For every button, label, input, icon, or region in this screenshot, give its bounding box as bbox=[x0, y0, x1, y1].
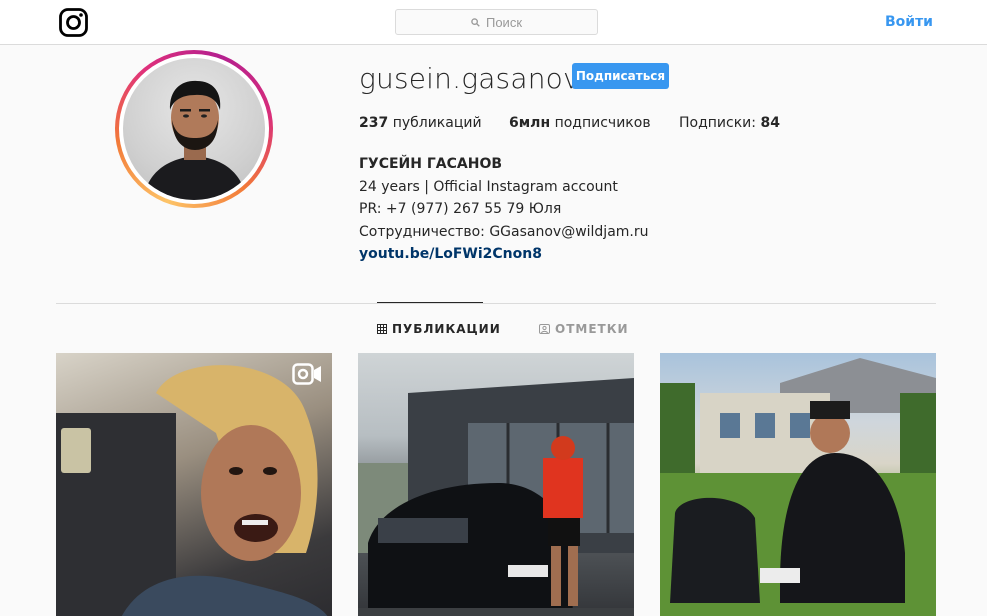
followers-stat[interactable]: 6млн подписчиков bbox=[509, 115, 651, 131]
post-image bbox=[660, 358, 936, 616]
instagram-logo-icon[interactable] bbox=[59, 8, 88, 37]
tab-posts-label: ПУБЛИКАЦИИ bbox=[392, 322, 501, 336]
video-icon bbox=[292, 363, 321, 385]
story-ring[interactable] bbox=[115, 50, 273, 208]
avatar-portrait bbox=[143, 80, 247, 200]
follow-button[interactable]: Подписаться bbox=[572, 63, 669, 89]
profile-username: gusein.gasanov bbox=[359, 62, 580, 95]
full-name: ГУСЕЙН ГАСАНОВ bbox=[359, 156, 503, 172]
tab-posts[interactable]: ПУБЛИКАЦИИ bbox=[377, 322, 501, 336]
followers-label: подписчиков bbox=[554, 115, 651, 131]
post-image bbox=[358, 378, 634, 616]
profile-bio: ГУСЕЙН ГАСАНОВ 24 years | Official Insta… bbox=[359, 153, 649, 266]
tab-tagged[interactable]: ОТМЕТКИ bbox=[539, 322, 629, 336]
post-thumbnail[interactable] bbox=[358, 353, 634, 616]
bio-line: 24 years | Official Instagram account bbox=[359, 178, 618, 195]
avatar bbox=[123, 58, 265, 200]
followers-count: 6млн bbox=[509, 115, 551, 131]
search-input[interactable]: Поиск bbox=[395, 9, 598, 35]
post-thumbnail[interactable] bbox=[56, 353, 332, 616]
bio-link[interactable]: youtu.be/LoFWi2Cnon8 bbox=[359, 243, 649, 266]
following-label: Подписки: bbox=[679, 115, 756, 131]
tab-tagged-label: ОТМЕТКИ bbox=[555, 322, 629, 336]
search-placeholder: Поиск bbox=[485, 14, 523, 30]
posts-count: 237 bbox=[359, 115, 389, 131]
active-tab-indicator bbox=[377, 302, 483, 303]
top-navigation: Поиск Войти bbox=[0, 0, 987, 45]
tagged-icon bbox=[539, 324, 550, 334]
tabs-divider bbox=[56, 303, 936, 304]
posts-stat: 237 публикаций bbox=[359, 115, 482, 131]
bio-line: Сотрудничество: GGasanov@wildjam.ru bbox=[359, 223, 649, 240]
posts-label: публикаций bbox=[392, 115, 482, 131]
following-count: 84 bbox=[760, 115, 780, 131]
bio-line: PR: +7 (977) 267 55 79 Юля bbox=[359, 201, 562, 217]
search-icon bbox=[471, 17, 480, 27]
post-thumbnail[interactable] bbox=[660, 353, 936, 616]
login-link[interactable]: Войти bbox=[885, 14, 933, 30]
grid-icon bbox=[377, 324, 387, 334]
post-image bbox=[56, 365, 328, 616]
following-stat[interactable]: Подписки: 84 bbox=[679, 115, 780, 131]
